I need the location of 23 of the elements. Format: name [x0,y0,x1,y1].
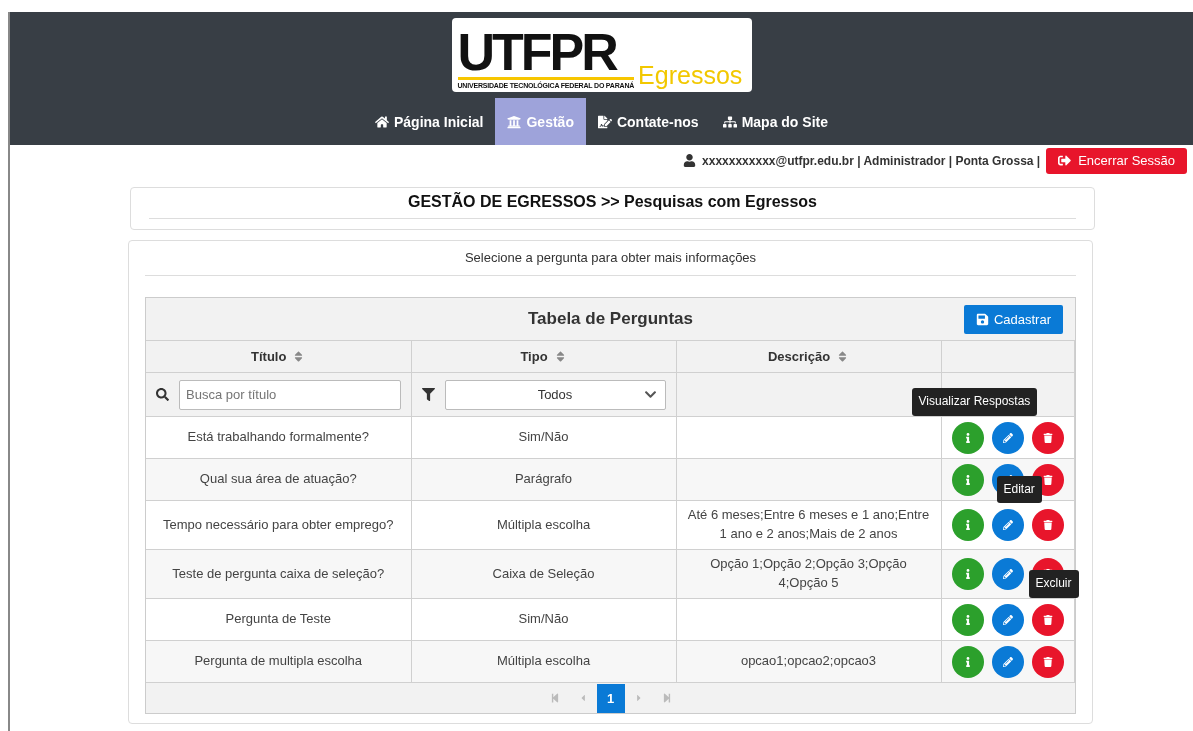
user-info: xxxxxxxxxxx@utfpr.edu.br | Administrador | Ponta Grossa | [702,153,1041,168]
tooltip: Visualizar Respostas [911,388,1038,416]
title-cell: Pergunta de Teste [146,598,411,641]
logo-subtitle: Egressos [638,63,743,88]
description-cell: opcao1;opcao2;opcao3 [676,640,941,683]
title-cell: Pergunta de multipla escolha [146,640,411,683]
type-cell: Múltipla escolha [411,500,676,550]
instruction-text: Selecione a pergunta para obter mais informações [145,241,1076,276]
type-cell: Sim/Não [411,598,676,641]
title-cell: Qual sua área de atuação? [146,458,411,501]
table-title: Tabela de Perguntas [528,309,693,329]
type-cell: Sim/Não [411,416,676,459]
title-cell: Teste de pergunta caixa de seleção? [146,549,411,599]
breadcrumb: GESTÃO DE EGRESSOS >> Pesquisas com Egressos [149,188,1076,219]
title-cell: Tempo necessário para obter emprego? [146,500,411,550]
logo-mark: UTFPR [457,27,635,80]
description-cell: Até 6 meses;Entre 6 meses e 1 ano;Entre 1 ano e 2 anos;Mais de 2 anos [676,500,941,550]
type-cell: Múltipla escolha [411,640,676,683]
description-cell: Opção 1;Opção 2;Opção 3;Opção 4;Opção 5 [676,549,941,599]
tooltip: Excluir [1028,570,1079,598]
title-cell: Está trabalhando formalmente? [146,416,411,459]
type-cell: Caixa de Seleção [411,549,676,599]
type-cell: Parágrafo [411,458,676,501]
